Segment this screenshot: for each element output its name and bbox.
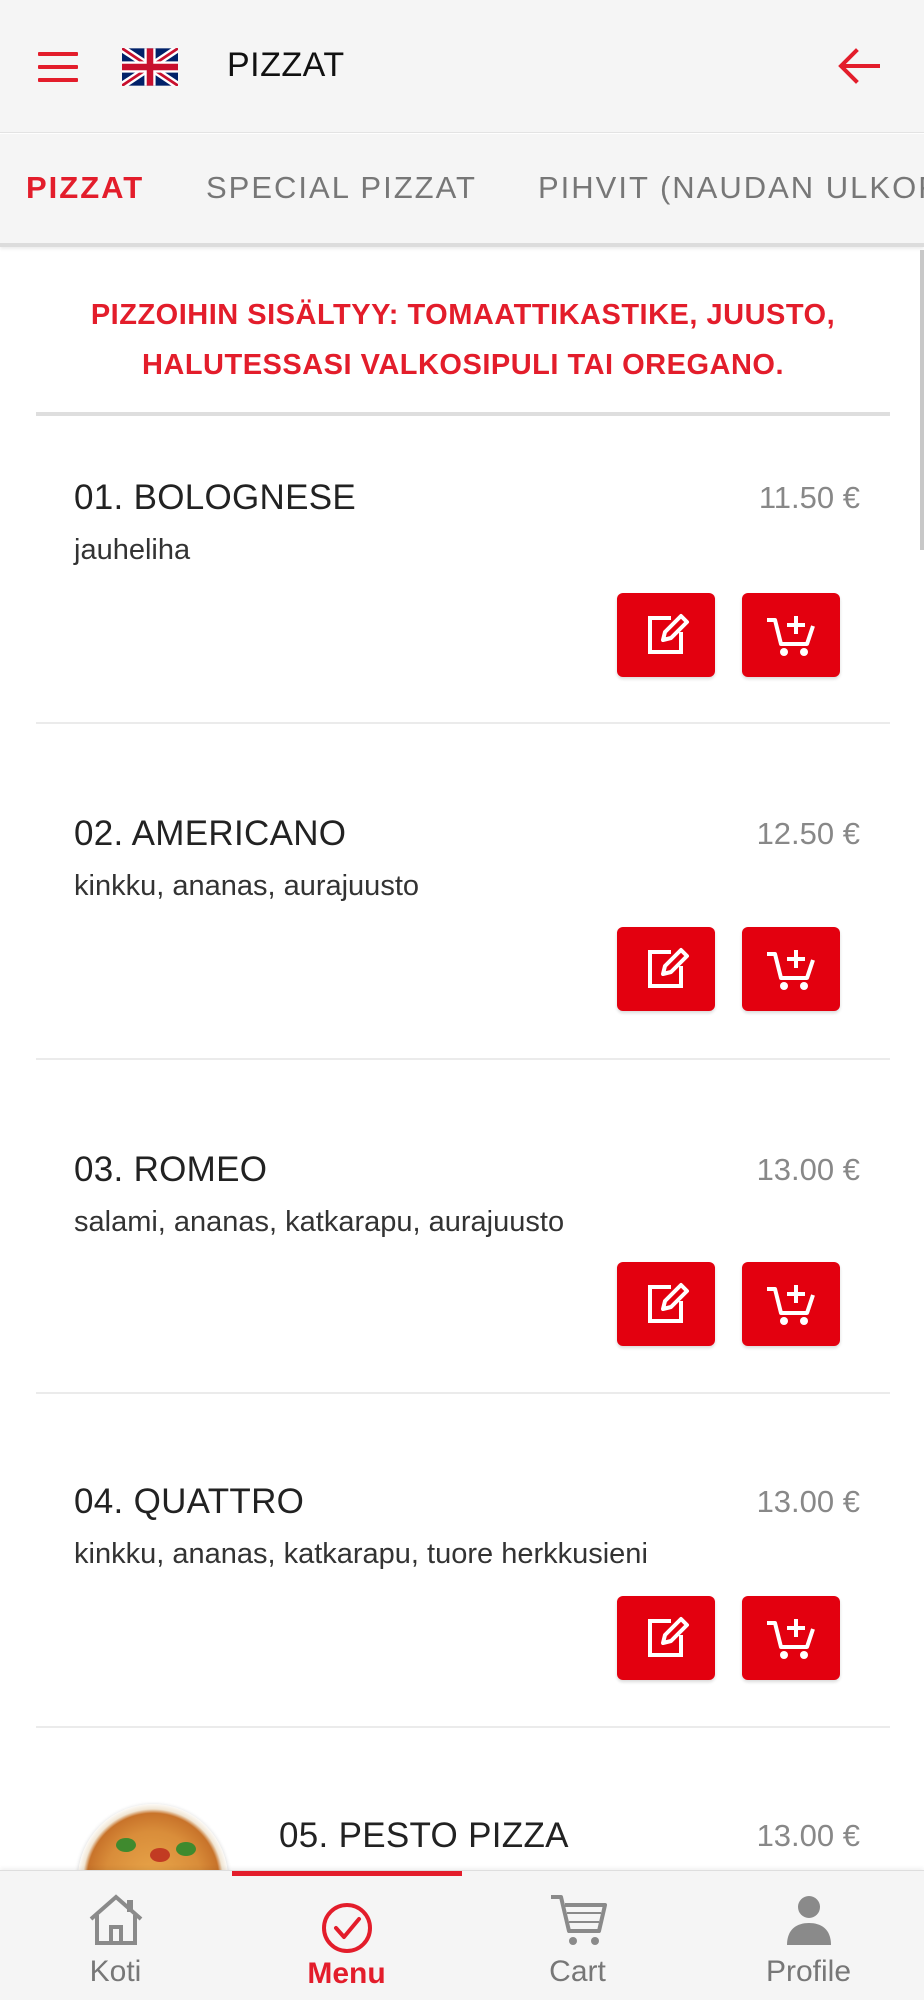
category-tabs: PIZZAT SPECIAL PIZZAT PIHVIT (NAUDAN ULK… [0,134,924,247]
customize-button[interactable] [617,1596,715,1680]
item-price: 13.00 € [756,1818,860,1853]
item-price: 11.50 € [758,480,860,515]
scrollbar[interactable] [920,250,924,550]
nav-cart[interactable]: Cart [462,1871,693,2000]
item-name: 02. AMERICANO [74,814,347,853]
hamburger-menu-icon[interactable] [38,48,84,86]
item-description: jauheliha [74,534,191,566]
customize-button[interactable] [617,927,715,1011]
add-to-cart-button[interactable] [742,593,840,677]
item-description: kinkku, ananas, katkarapu, tuore herkkus… [74,1538,648,1570]
nav-profile[interactable]: Profile [693,1871,924,2000]
item-price: 13.00 € [756,1484,860,1519]
back-arrow-icon[interactable] [836,46,882,86]
menu-item: 01. BOLOGNESE 11.50 € jauheliha [36,416,890,724]
home-icon [89,1894,142,1945]
menu-item: 03. ROMEO 13.00 € salami, ananas, katkar… [36,1060,890,1394]
person-icon [786,1896,831,1945]
item-price: 12.50 € [756,816,860,851]
add-to-cart-icon [767,616,815,656]
item-description: kinkku, ananas, aurajuusto [74,870,419,902]
bottom-navigation: Koti Menu Cart Profile [0,1870,924,2000]
top-app-bar: PIZZAT [0,0,924,133]
uk-flag-icon[interactable] [119,45,181,89]
edit-icon [648,1283,689,1323]
nav-label: Profile [765,1955,852,1988]
item-name: 05. PESTO PIZZA [279,1816,569,1855]
item-name: 03. ROMEO [74,1150,268,1189]
category-notice: PIZZOIHIN SISÄLTYY: TOMAATTIKASTIKE, JUU… [90,299,836,381]
menu-item: 04. QUATTRO 13.00 € kinkku, ananas, katk… [36,1394,890,1728]
edit-icon [648,1617,689,1657]
add-to-cart-icon [767,950,815,990]
tab-special-pizzat[interactable]: SPECIAL PIZZAT [206,170,477,206]
nav-label: Menu [307,1957,386,1990]
edit-icon [648,948,689,988]
page-title: PIZZAT [227,46,345,84]
tab-pihvit[interactable]: PIHVIT (NAUDAN ULKOFILE) [538,170,924,206]
add-to-cart-icon [767,1285,815,1325]
item-description: salami, ananas, katkarapu, aurajuusto [74,1206,565,1238]
nav-koti[interactable]: Koti [0,1871,231,2000]
menu-item: 05. PESTO PIZZA 13.00 € [36,1728,890,1870]
customize-button[interactable] [617,1262,715,1346]
add-to-cart-icon [767,1619,815,1659]
nav-label: Cart [549,1955,606,1988]
item-name: 04. QUATTRO [74,1482,305,1521]
nav-menu[interactable]: Menu [231,1871,462,2000]
menu-item: 02. AMERICANO 12.50 € kinkku, ananas, au… [36,724,890,1060]
customize-button[interactable] [617,593,715,677]
tab-pizzat[interactable]: PIZZAT [26,170,144,206]
check-circle-icon [321,1903,372,1953]
nav-label: Koti [89,1955,142,1988]
edit-icon [648,614,689,654]
add-to-cart-button[interactable] [742,1596,840,1680]
add-to-cart-button[interactable] [742,927,840,1011]
add-to-cart-button[interactable] [742,1262,840,1346]
item-price: 13.00 € [756,1152,860,1187]
pizza-thumbnail[interactable] [78,1804,228,1870]
item-name: 01. BOLOGNESE [74,478,357,517]
cart-icon [550,1895,607,1945]
